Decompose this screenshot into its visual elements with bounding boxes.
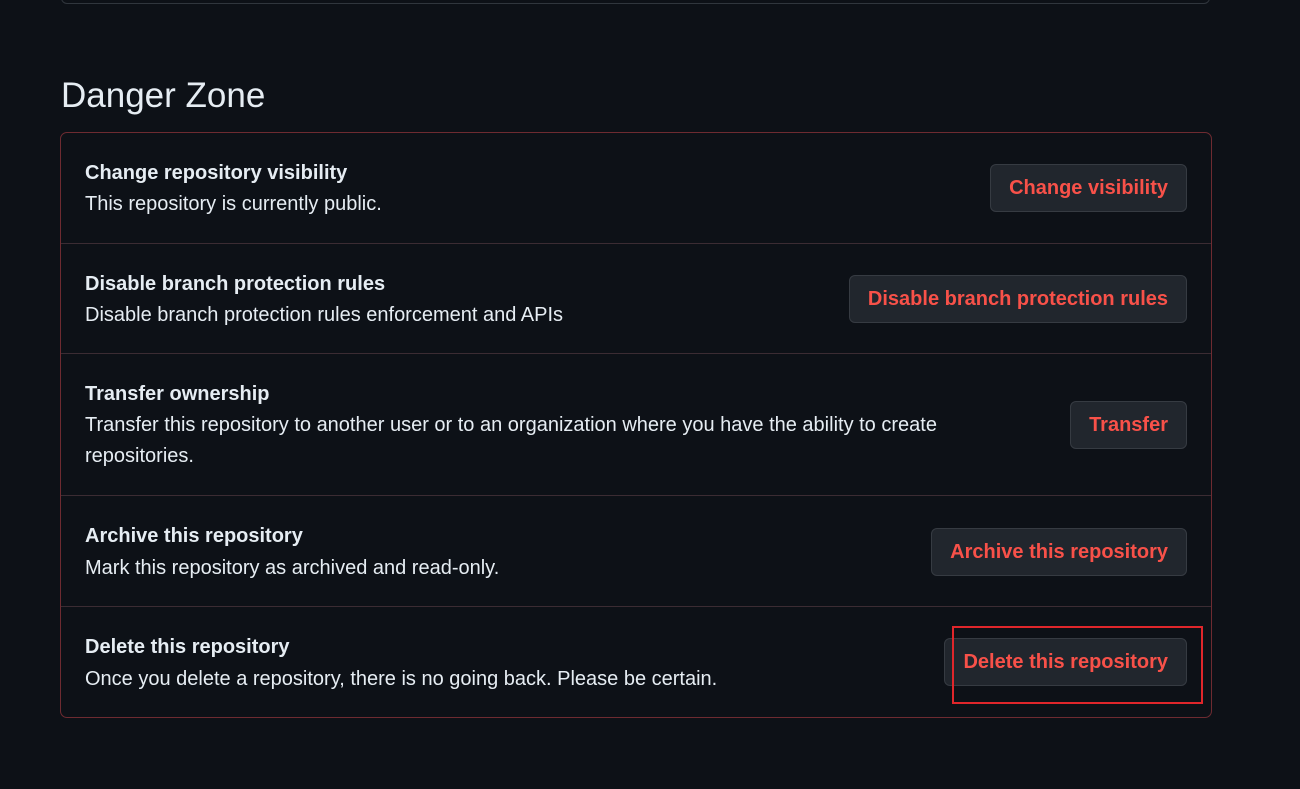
delete-repository-button[interactable]: Delete this repository <box>944 638 1187 686</box>
transfer-ownership-title: Transfer ownership <box>85 383 270 405</box>
change-visibility-description: This repository is currently public. <box>85 193 382 215</box>
disable-branch-protection-button[interactable]: Disable branch protection rules <box>848 275 1187 323</box>
danger-row-change-visibility: Change repository visibility This reposi… <box>61 133 1211 243</box>
archive-repository-description: Mark this repository as archived and rea… <box>85 557 500 579</box>
danger-row-transfer-ownership: Transfer ownership Transfer this reposit… <box>61 353 1211 495</box>
transfer-ownership-description: Transfer this repository to another user… <box>85 414 937 467</box>
archive-repository-button[interactable]: Archive this repository <box>931 528 1187 576</box>
disable-branch-protection-title: Disable branch protection rules <box>85 273 386 295</box>
danger-zone-box: Change repository visibility This reposi… <box>60 132 1212 718</box>
archive-repository-title: Archive this repository <box>85 525 303 547</box>
danger-row-disable-branch-protection: Disable branch protection rules Disable … <box>61 243 1211 353</box>
previous-section-box <box>61 0 1210 4</box>
delete-repository-description: Once you delete a repository, there is n… <box>85 668 718 690</box>
danger-row-delete-repository: Delete this repository Once you delete a… <box>61 606 1211 717</box>
change-visibility-button[interactable]: Change visibility <box>990 164 1187 212</box>
disable-branch-protection-description: Disable branch protection rules enforcem… <box>85 304 564 326</box>
change-visibility-title: Change repository visibility <box>85 162 348 184</box>
danger-zone-heading: Danger Zone <box>61 76 266 115</box>
delete-repository-title: Delete this repository <box>85 636 290 658</box>
transfer-button[interactable]: Transfer <box>1070 401 1187 449</box>
danger-row-archive-repository: Archive this repository Mark this reposi… <box>61 495 1211 606</box>
